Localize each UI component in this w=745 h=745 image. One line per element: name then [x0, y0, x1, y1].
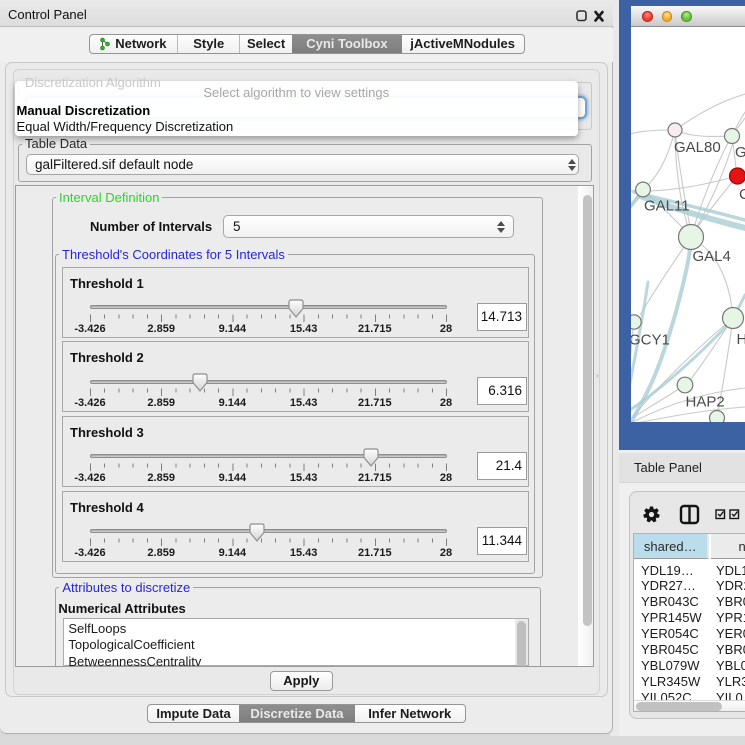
svg-text:GAL11: GAL11: [644, 198, 690, 215]
svg-text:GAL80: GAL80: [674, 139, 721, 156]
svg-text:G.: G.: [735, 144, 745, 161]
svg-text:GCY1: GCY1: [631, 332, 670, 349]
svg-text:H: H: [737, 331, 745, 348]
svg-text:GAL4: GAL4: [693, 248, 731, 265]
svg-text:HAP2: HAP2: [686, 394, 725, 411]
svg-text:C.: C.: [739, 186, 745, 203]
